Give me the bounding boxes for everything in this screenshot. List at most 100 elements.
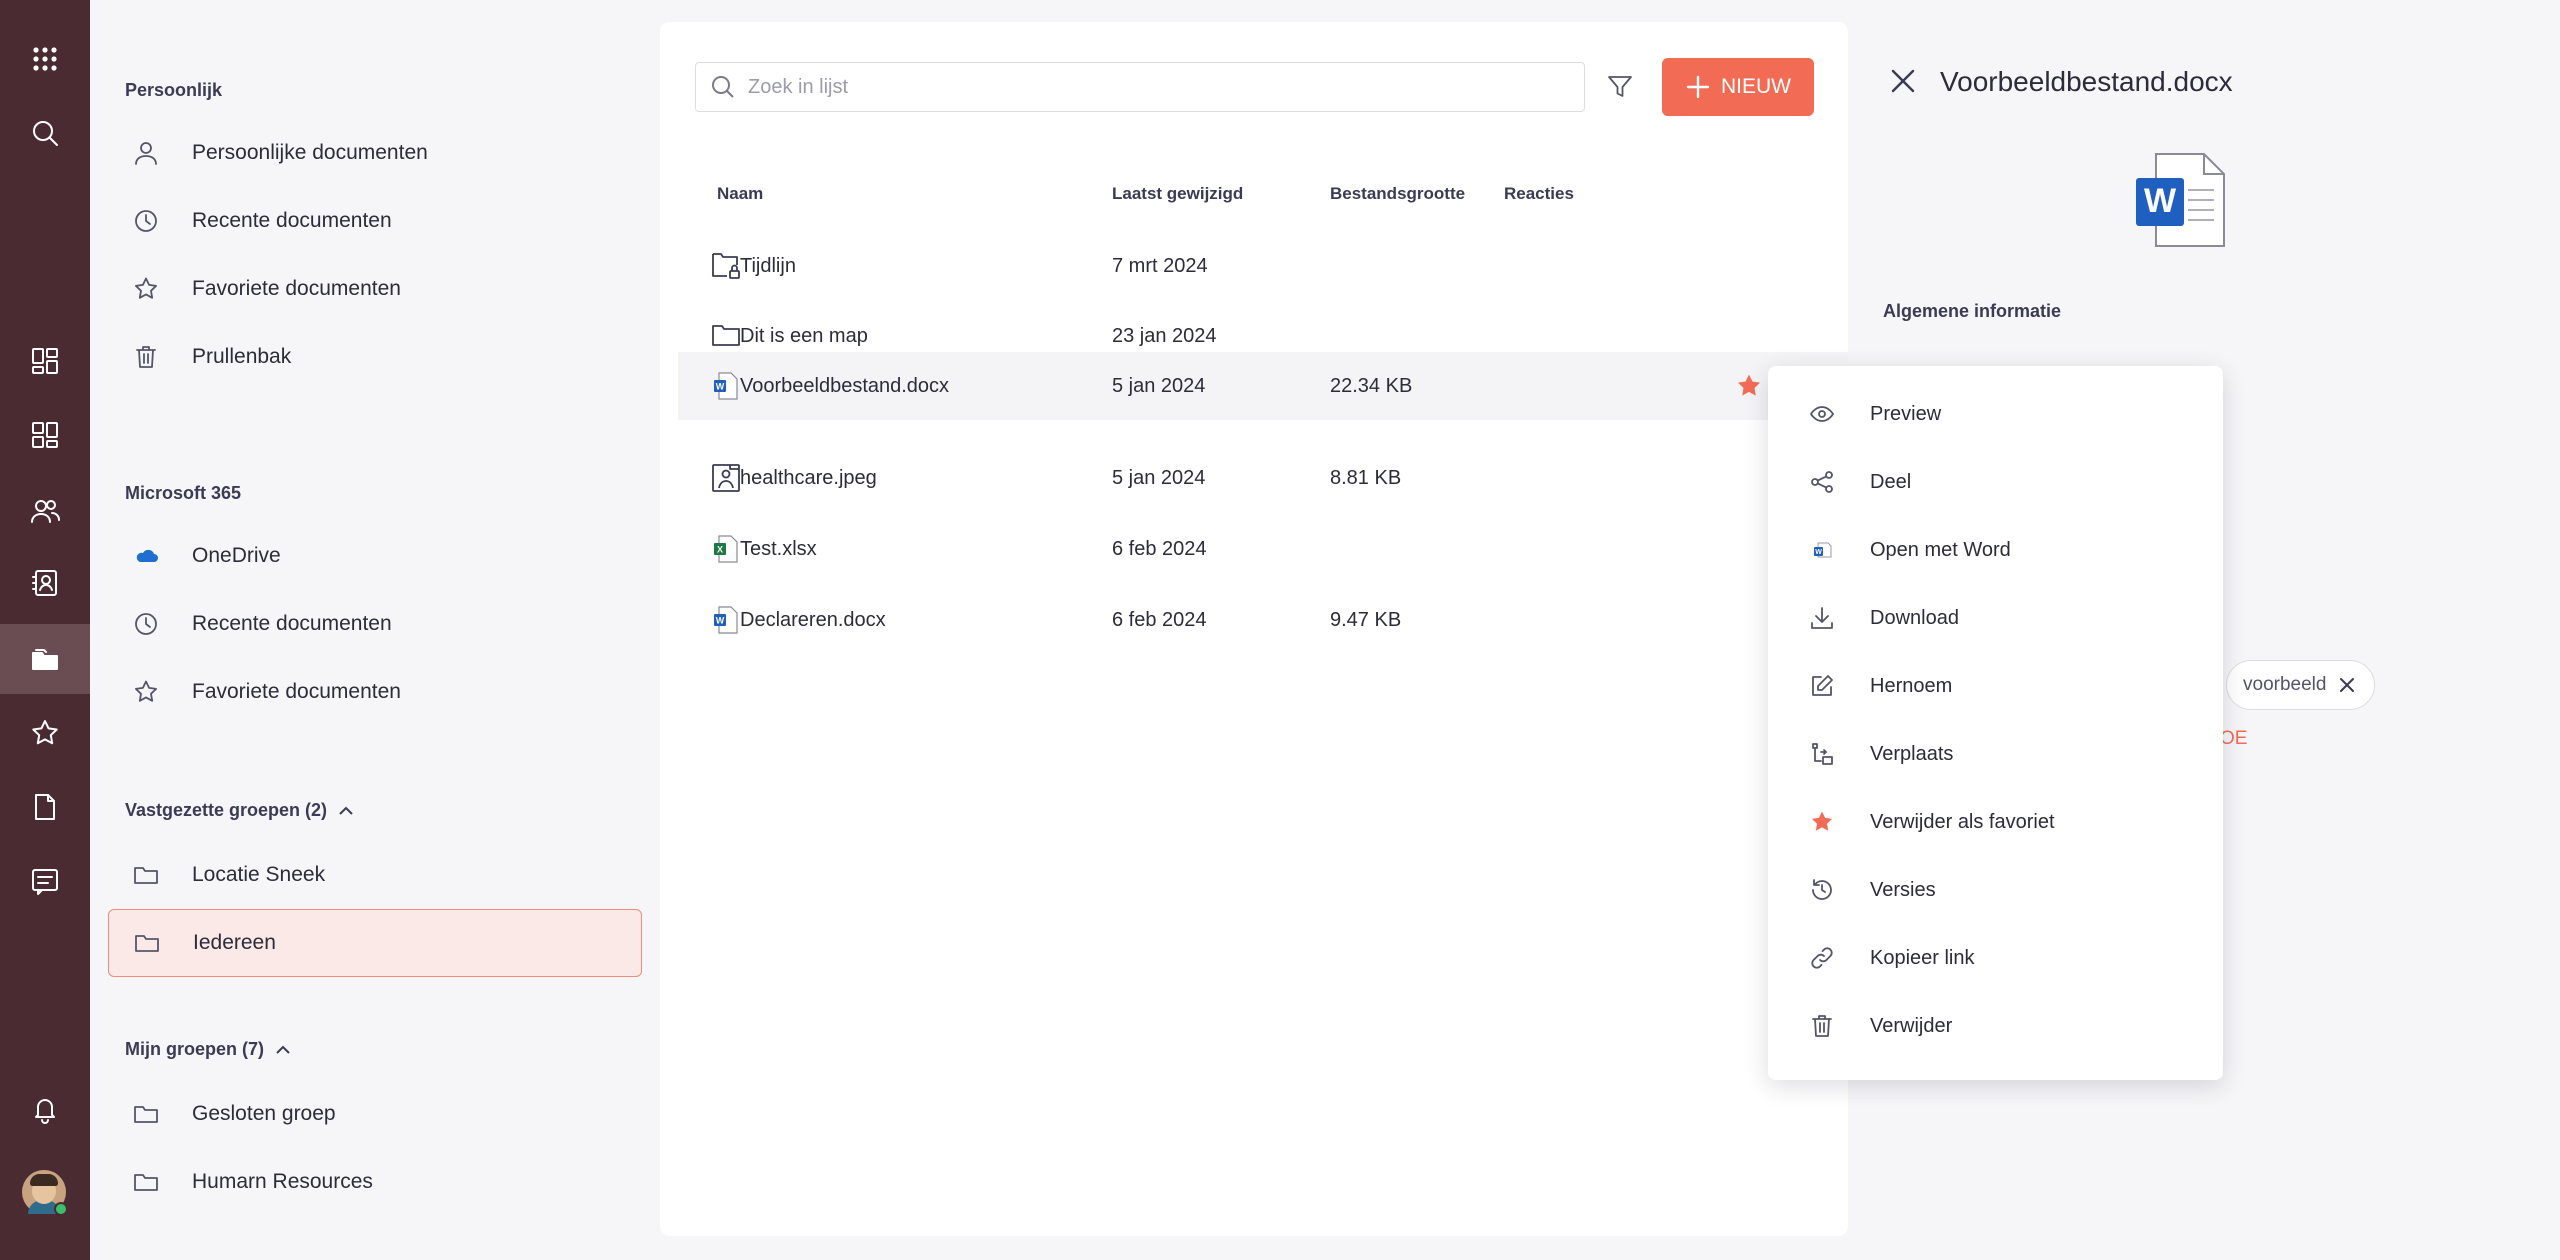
clock-icon <box>108 611 184 637</box>
excel-file-icon: X <box>710 533 742 565</box>
table-row[interactable]: Tijdlijn 7 mrt 2024 <box>678 232 1848 300</box>
dashboard-alt-icon[interactable] <box>0 400 90 470</box>
svg-text:W: W <box>716 616 725 626</box>
file-modified: 23 jan 2024 <box>1112 324 1217 347</box>
table-row[interactable]: healthcare.jpeg 5 jan 2024 8.81 KB <box>678 444 1848 512</box>
svg-text:W: W <box>2144 182 2177 220</box>
nav-item-onedrive[interactable]: OneDrive <box>108 522 642 590</box>
user-icon <box>108 140 184 166</box>
section-personal-title: Persoonlijk <box>125 80 223 100</box>
document-icon[interactable] <box>0 772 90 842</box>
file-name[interactable]: Declareren.docx <box>740 609 886 632</box>
online-status-badge <box>54 1202 68 1216</box>
context-menu: Preview Deel W Open met Word Download He… <box>1768 366 2223 1080</box>
onedrive-icon <box>108 543 184 569</box>
file-name[interactable]: Dit is een map <box>740 325 868 348</box>
add-tag-link[interactable]: OE <box>2220 728 2247 750</box>
file-name[interactable]: Test.xlsx <box>740 538 817 561</box>
star-icon <box>108 679 184 705</box>
nav-item-ms-favorite-documents[interactable]: Favoriete documenten <box>108 658 642 726</box>
filter-button[interactable] <box>1600 67 1640 107</box>
menu-item-versions[interactable]: Versies <box>1768 856 2223 924</box>
svg-text:X: X <box>717 545 723 555</box>
navigation-panel: Persoonlijk Persoonlijke documenten Rece… <box>90 0 660 1260</box>
chevron-up-icon <box>276 1045 290 1054</box>
word-document-icon: W <box>2136 153 2225 247</box>
download-icon <box>1808 604 1836 632</box>
table-row-selected[interactable]: W Voorbeeldbestand.docx 5 jan 2024 22.34… <box>678 352 1848 420</box>
trash-icon <box>1808 1012 1836 1040</box>
nav-item-ms-recent-documents[interactable]: Recente documenten <box>108 590 642 658</box>
menu-item-share[interactable]: Deel <box>1768 448 2223 516</box>
locked-folder-icon <box>710 250 742 282</box>
section-my-groups[interactable]: Mijn groepen (7) <box>125 1039 292 1060</box>
folder-icon <box>710 320 742 352</box>
column-header-size[interactable]: Bestandsgrootte <box>1330 184 1465 204</box>
nav-item-trash[interactable]: Prullenbak <box>108 323 642 391</box>
contacts-icon[interactable] <box>0 548 90 618</box>
eye-icon <box>1808 400 1836 428</box>
apps-grid-icon[interactable] <box>0 24 90 94</box>
folder-icon[interactable] <box>0 624 90 694</box>
column-header-modified[interactable]: Laatst gewijzigd <box>1112 184 1243 204</box>
folder-icon <box>109 930 185 956</box>
message-icon[interactable] <box>0 846 90 916</box>
menu-item-open-with-word[interactable]: W Open met Word <box>1768 516 2223 584</box>
file-modified: 6 feb 2024 <box>1112 608 1207 631</box>
menu-item-download[interactable]: Download <box>1768 584 2223 652</box>
star-filled-icon <box>1808 808 1836 836</box>
people-icon[interactable] <box>0 476 90 546</box>
file-name[interactable]: Voorbeeldbestand.docx <box>740 375 949 398</box>
column-header-reactions[interactable]: Reacties <box>1504 184 1574 204</box>
section-pinned-groups[interactable]: Vastgezette groepen (2) <box>125 800 355 821</box>
file-size: 9.47 KB <box>1330 608 1402 631</box>
nav-item-personal-documents[interactable]: Persoonlijke documenten <box>108 119 642 187</box>
folder-icon <box>108 1169 184 1195</box>
plus-icon <box>1686 75 1710 99</box>
close-button[interactable] <box>1888 66 1918 96</box>
file-name[interactable]: Tijdlijn <box>740 255 796 278</box>
folder-icon <box>108 862 184 888</box>
new-button[interactable]: NIEUW <box>1662 58 1814 116</box>
nav-item-humarn-resources[interactable]: Humarn Resources <box>108 1148 642 1216</box>
remove-tag-icon[interactable] <box>2338 676 2356 694</box>
table-row[interactable]: X Test.xlsx 6 feb 2024 <box>678 515 1848 583</box>
search-icon[interactable] <box>0 98 90 168</box>
move-icon <box>1808 740 1836 768</box>
nav-item-locatie-sneek[interactable]: Locatie Sneek <box>108 841 642 909</box>
file-modified: 5 jan 2024 <box>1112 374 1206 397</box>
table-row[interactable]: W Declareren.docx 6 feb 2024 9.47 KB <box>678 586 1848 654</box>
icon-rail <box>0 0 90 1260</box>
file-name[interactable]: healthcare.jpeg <box>740 467 877 490</box>
menu-item-delete[interactable]: Verwijder <box>1768 992 2223 1060</box>
link-icon <box>1808 944 1836 972</box>
nav-item-favorite-documents[interactable]: Favoriete documenten <box>108 255 642 323</box>
edit-icon <box>1808 672 1836 700</box>
close-icon <box>1891 69 1915 93</box>
menu-item-remove-favorite[interactable]: Verwijder als favoriet <box>1768 788 2223 856</box>
menu-item-rename[interactable]: Hernoem <box>1768 652 2223 720</box>
nav-item-gesloten-groep[interactable]: Gesloten groep <box>108 1080 642 1148</box>
file-size: 22.34 KB <box>1330 374 1413 397</box>
folder-icon <box>108 1101 184 1127</box>
star-icon[interactable] <box>0 698 90 768</box>
column-header-name[interactable]: Naam <box>717 184 763 204</box>
svg-text:W: W <box>716 382 725 392</box>
dashboard-icon[interactable] <box>0 326 90 396</box>
star-icon <box>108 276 184 302</box>
section-microsoft-title: Microsoft 365 <box>125 483 242 503</box>
bell-icon[interactable] <box>0 1074 90 1144</box>
share-icon <box>1808 468 1836 496</box>
search-icon <box>712 76 734 98</box>
file-list-card: NIEUW Naam Laatst gewijzigd Bestandsgroo… <box>660 22 1848 1236</box>
menu-item-copy-link[interactable]: Kopieer link <box>1768 924 2223 992</box>
nav-item-iedereen[interactable]: Iedereen <box>108 909 642 977</box>
file-modified: 6 feb 2024 <box>1112 537 1207 560</box>
nav-item-recent-documents[interactable]: Recente documenten <box>108 187 642 255</box>
favorite-star-icon[interactable] <box>1735 372 1763 400</box>
search-input[interactable] <box>748 75 1568 99</box>
chevron-up-icon <box>339 806 353 815</box>
menu-item-preview[interactable]: Preview <box>1768 380 2223 448</box>
menu-item-move[interactable]: Verplaats <box>1768 720 2223 788</box>
avatar[interactable] <box>22 1170 68 1216</box>
